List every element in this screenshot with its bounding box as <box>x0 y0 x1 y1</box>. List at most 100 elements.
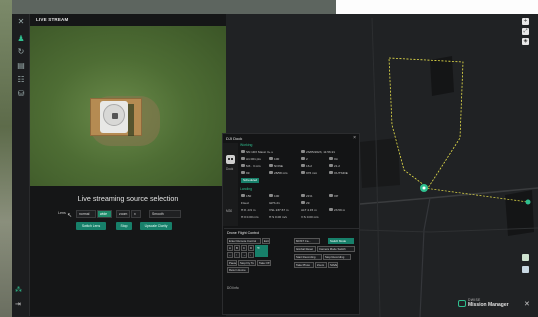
list-icon[interactable]: ☷ <box>15 75 27 85</box>
dock-panel: DJI Dock × Dock M30 Working SN 1DX Mavic… <box>222 133 360 315</box>
key-a-button[interactable]: A <box>227 245 233 251</box>
dock-rainfall: 976 mm <box>306 171 318 175</box>
refresh-icon[interactable]: ↻ <box>15 47 27 57</box>
dock-sn: SN 1DX Mavic 3+ u <box>246 150 274 154</box>
dock-robot-icon <box>226 155 235 164</box>
left-arrow-button[interactable]: ← <box>227 252 233 258</box>
app-root: + ⤢ ◈ ✕ ♟ ↻ ▤ ☷ ⛁ ⁂ ⇥ LIVE STREAM Live s… <box>0 0 538 317</box>
landing-percent: 21% <box>306 194 313 198</box>
start-recording-button[interactable]: Start Recording <box>294 254 322 260</box>
rotate-button[interactable]: ⟲ <box>255 245 268 257</box>
dock-label: Dock <box>226 167 234 171</box>
logout-icon[interactable]: ⇥ <box>15 300 21 308</box>
dock-shadow <box>128 104 134 136</box>
dock-wind: M3 · 3 m/s <box>246 164 261 168</box>
right-arrow-button[interactable]: → <box>241 252 247 258</box>
live-stream-panel: LIVE STREAM Live streaming source select… <box>30 14 226 316</box>
up-arrow-button[interactable]: ↑ <box>234 252 240 258</box>
dock-device-column: Dock M30 <box>223 143 238 226</box>
flight-control-panel: Drone Flight Control Enter Remote Contro… <box>224 228 360 283</box>
landing-vsl: VSL 237.67 m <box>269 208 289 212</box>
upscale-clarity-button[interactable]: Upscale Clarity <box>140 222 172 230</box>
network-icon <box>241 157 245 161</box>
landing-hspeed: H:0 0.00 m/s <box>241 215 259 219</box>
battery-icon <box>269 194 273 198</box>
return-home-button[interactable]: Return Home <box>227 267 249 273</box>
most-camera-select[interactable]: MOST Ca... <box>294 238 320 244</box>
plus-icon[interactable]: + <box>522 18 529 25</box>
storage-icon <box>269 157 273 161</box>
image-icon[interactable]: ▤ <box>15 61 27 71</box>
landing-battery: 100 <box>274 194 280 198</box>
landing-hsspeed: H:S 0.00 m/s <box>269 215 287 219</box>
landing-gps: GPS 21 <box>269 201 280 205</box>
camera-mode-switch-button[interactable]: Camera Mode Switch <box>317 246 355 252</box>
gimbal-reset-button[interactable]: Gimbal Reset <box>294 246 316 252</box>
drone-icon[interactable]: ♟ <box>15 34 27 44</box>
dock-row-4b: 28/58 m/s <box>269 171 288 175</box>
switch-mode-button[interactable]: Switch Mode <box>328 238 354 244</box>
lens-wide-option[interactable]: wide <box>97 210 112 218</box>
working-heading: Working <box>240 143 253 147</box>
live-stream-title: LIVE STREAM <box>36 17 69 22</box>
logo-icon[interactable]: ✕ <box>15 17 27 27</box>
switch-lens-button[interactable]: Switch Lens <box>76 222 106 230</box>
pause-button[interactable]: Pause <box>227 260 237 266</box>
layer-satellite-icon[interactable] <box>522 254 529 261</box>
top-bar-right <box>336 0 538 14</box>
landing-row-4c: V:S 0.00 m/s <box>301 215 319 219</box>
stop-fly-to-button[interactable]: Stop Fly To <box>238 260 256 266</box>
dock-row-2d: On <box>329 157 338 161</box>
dock-row-1b: 23/05/2023, 11:56:21 <box>301 150 335 154</box>
close-x-icon[interactable]: ✕ <box>524 300 530 308</box>
close-icon[interactable]: × <box>353 135 356 141</box>
power-icon <box>329 157 333 161</box>
landing-signal: 150 <box>246 194 252 198</box>
enter-remote-control-button[interactable]: Enter Remote Control <box>227 238 261 244</box>
percent-icon <box>301 194 305 198</box>
take-off-button[interactable]: Take Off <box>257 260 271 266</box>
down-arrow-button[interactable]: ↓ <box>248 252 254 258</box>
drone-image <box>103 104 125 126</box>
video-feed[interactable] <box>30 26 226 186</box>
brand-name: Mission Manager <box>468 302 509 308</box>
dock-time: 23/05/2023, 11:56:21 <box>306 150 336 154</box>
dock-row-3c: 16.2 <box>301 164 312 168</box>
dock-rain: NONE <box>274 164 283 168</box>
landing-section: Landing <box>240 187 356 191</box>
stop-button[interactable]: Stop <box>116 222 132 230</box>
dock-row-3: M3 · 3 m/s <box>241 164 261 168</box>
compass-icon[interactable]: ◈ <box>522 38 529 45</box>
stop-recording-button[interactable]: Stop Recording <box>323 254 351 260</box>
landing-row-2b: GPS 21 <box>269 201 280 205</box>
key-b-button[interactable]: B <box>234 245 240 251</box>
flight-control-title: Drone Flight Control <box>227 231 260 235</box>
lens-normal-option[interactable]: normal <box>76 210 96 218</box>
humidity-icon <box>241 171 245 175</box>
zoom-value[interactable]: x <box>131 210 141 218</box>
save-button[interactable]: SAVE <box>328 262 338 268</box>
database-icon[interactable]: ⛁ <box>15 89 27 99</box>
sn-icon <box>241 150 245 154</box>
dock-speed: 28/58 m/s <box>274 171 288 175</box>
layer-terrain-icon[interactable] <box>522 266 529 273</box>
key-d-button[interactable]: D <box>248 245 254 251</box>
expand-icon[interactable]: ⤢ <box>522 28 529 35</box>
zoom-select[interactable]: zoom <box>116 210 130 218</box>
zoom-button[interactable]: Zoom <box>315 262 327 268</box>
clock-icon <box>301 150 305 154</box>
landing-fix: Fixed <box>241 201 249 205</box>
take-photo-button[interactable]: Take Photo <box>294 262 314 268</box>
landing-distance: 23.59 m <box>334 208 346 212</box>
landing-row-4: H:0 0.00 m/s <box>241 215 259 219</box>
exit-button[interactable]: Exit <box>262 238 270 244</box>
temp-icon <box>301 164 305 168</box>
dock-row-4c: 976 mm <box>301 171 317 175</box>
grid-icon[interactable]: ⁂ <box>15 286 22 294</box>
landing-row-3b: VSL 237.67 m <box>269 208 289 212</box>
smooth-select[interactable]: Smooth <box>149 210 181 218</box>
key-c-button[interactable]: C <box>241 245 247 251</box>
dock-row-2: A1 001 pts <box>241 157 261 161</box>
landing-hdist: H:8 -0.9 m <box>241 208 256 212</box>
dock-row-3b: NONE <box>269 164 283 168</box>
